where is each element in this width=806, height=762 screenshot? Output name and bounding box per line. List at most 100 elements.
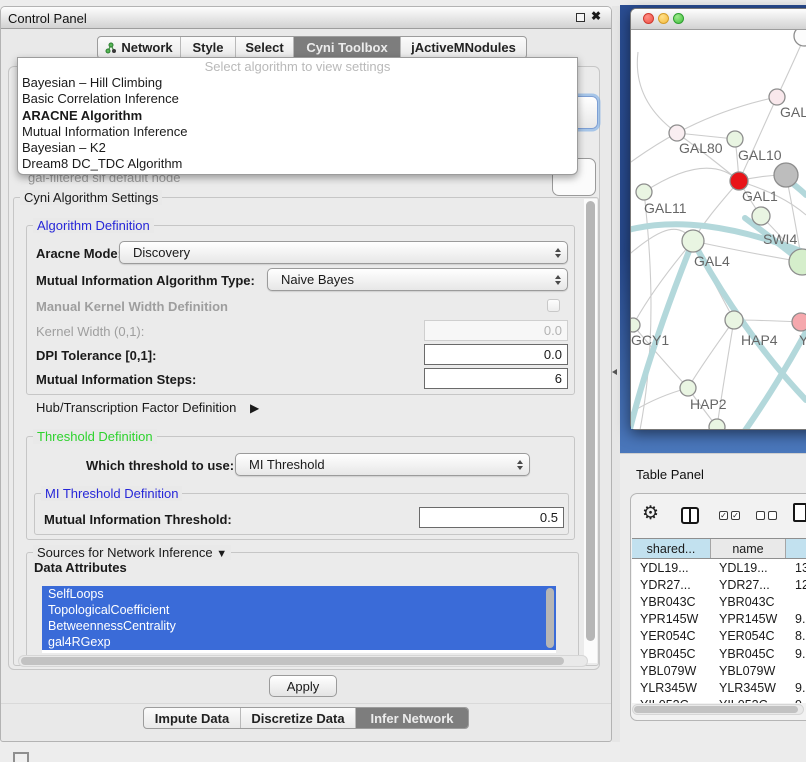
table-row[interactable]: YDL19... YDL19... 13 [632,559,806,576]
algorithm-option[interactable]: Bayesian – K2 [18,140,577,156]
splitter-collapse-icon[interactable] [612,369,617,375]
network-edge[interactable] [677,97,777,133]
select-all-columns-icon[interactable]: ✓✓ [719,511,740,520]
columns-icon[interactable] [681,507,699,524]
control-panel-title: Control Panel [8,11,87,26]
network-edge[interactable] [688,320,734,388]
tab-jactivemnodules[interactable]: jActiveMNodules [401,37,526,58]
tab-network[interactable]: Network [98,37,181,58]
table-hscrollbar-thumb[interactable] [634,706,798,713]
network-edge[interactable] [637,52,677,133]
network-edge[interactable] [644,168,739,192]
column-header-partial[interactable] [786,539,806,558]
tab-impute-data[interactable]: Impute Data [144,708,241,728]
column-header-name[interactable]: name [711,539,786,558]
network-node[interactable] [769,89,785,105]
network-node[interactable] [794,30,806,46]
algorithm-popup-list: Bayesian – Hill Climbing Basic Correlati… [18,75,577,173]
tab-discretize-data[interactable]: Discretize Data [241,708,356,728]
tab-style[interactable]: Style [181,37,236,58]
manual-kernel-width-checkbox[interactable] [547,299,560,312]
aracne-mode-label: Aracne Mode: [36,246,122,261]
network-canvas[interactable]: GALGAL80GAL10GAL1GAL11SWI4GAL4GCY1HAP4YH… [631,30,806,429]
minimize-button[interactable] [658,13,669,24]
network-edge[interactable] [677,133,735,139]
algorithm-option[interactable]: Basic Correlation Inference [18,91,577,107]
network-node-label: GAL1 [742,188,778,204]
dpi-tolerance-label: DPI Tolerance [0,1]: [36,348,156,363]
which-threshold-combo[interactable]: MI Threshold [235,453,530,476]
algorithm-dropdown-popup: Select algorithm to view settings Bayesi… [17,57,578,175]
mi-algorithm-type-combo[interactable]: Naive Bayes [267,268,568,291]
close-button[interactable] [643,13,654,24]
mi-steps-field[interactable]: 6 [424,368,568,389]
network-node[interactable] [725,311,743,329]
algorithm-option[interactable]: Bayesian – Hill Climbing [18,75,577,91]
expand-right-icon[interactable]: ▶ [250,401,259,415]
deselect-all-columns-icon[interactable] [756,511,777,520]
network-node[interactable] [792,313,806,331]
tab-cyni-toolbox[interactable]: Cyni Toolbox [294,37,401,58]
attributes-scrollbar-thumb[interactable] [546,588,554,648]
network-node[interactable] [709,419,725,429]
tab-infer-network[interactable]: Infer Network [356,708,468,728]
network-node-label: GAL10 [738,147,782,163]
apply-button[interactable]: Apply [269,675,337,697]
kernel-width-label: Kernel Width (0,1): [36,324,144,339]
network-node[interactable] [774,163,798,187]
aracne-mode-combo[interactable]: Discovery [119,241,568,264]
network-node[interactable] [752,207,770,225]
algorithm-option[interactable]: Dream8 DC_TDC Algorithm [18,156,577,172]
close-icon[interactable]: ✖ [591,9,601,23]
mi-threshold-field[interactable]: 0.5 [419,507,564,528]
data-attribute-option[interactable]: gal4RGexp [42,634,556,650]
data-attribute-option[interactable]: TopologicalCoefficient [42,602,556,618]
table-row[interactable]: YLR345W YLR345W 9. [632,679,806,696]
network-node[interactable] [682,230,704,252]
table-row[interactable]: YDR27... YDR27... 12 [632,576,806,593]
tab-select[interactable]: Select [236,37,294,58]
float-icon[interactable] [576,13,585,22]
mi-threshold-group-title: MI Threshold Definition [41,486,182,501]
network-node[interactable] [669,125,685,141]
settings-scrollbar-thumb[interactable] [586,201,595,641]
table-row[interactable]: YBR045C YBR045C 9. [632,645,806,662]
bottom-tabbar: Impute Data Discretize Data Infer Networ… [143,707,469,729]
table-row[interactable]: YIL052C YIL052C 9 [632,697,806,704]
sources-group-title[interactable]: Sources for Network Inference ▼ [33,545,231,560]
network-node[interactable] [727,131,743,147]
network-node[interactable] [680,380,696,396]
network-node-label: SWI4 [763,231,797,247]
screen: Control Panel ✖ Network Style Select Cyn… [0,0,806,762]
algorithm-option[interactable]: ARACNE Algorithm [18,108,577,124]
network-node[interactable] [631,318,640,332]
algorithm-option[interactable]: Mutual Information Inference [18,124,577,140]
table-row[interactable]: YBR043C YBR043C [632,593,806,610]
zoom-button[interactable] [673,13,684,24]
network-edge[interactable] [739,97,777,181]
hub-definition-label[interactable]: Hub/Transcription Factor Definition ▶ [36,400,259,415]
collapse-down-icon[interactable]: ▼ [216,548,227,560]
network-node-label: GAL [780,104,806,120]
data-attribute-option[interactable]: BetweennessCentrality [42,618,556,634]
data-attribute-option[interactable]: SelfLoops [42,586,556,602]
settings-hscrollbar-thumb[interactable] [21,657,564,665]
stepper-arrows-icon [517,460,523,470]
minimized-panel-icon[interactable] [13,752,29,762]
network-node-label: Y [799,332,806,348]
column-header-shared-name[interactable]: shared... [632,539,711,558]
network-edge[interactable] [777,38,804,97]
table-panel-title: Table Panel [636,467,704,482]
table-row[interactable]: YER054C YER054C 8. [632,628,806,645]
network-edge[interactable] [631,133,677,170]
mi-steps-label: Mutual Information Steps: [36,372,196,387]
table-row[interactable]: YPR145W YPR145W 9. [632,611,806,628]
table-row[interactable]: YBL079W YBL079W [632,662,806,679]
network-node[interactable] [636,184,652,200]
dpi-tolerance-field[interactable]: 0.0 [424,344,568,365]
manual-kernel-width-label: Manual Kernel Width Definition [36,299,228,314]
page-icon[interactable] [793,503,806,522]
kernel-width-field[interactable]: 0.0 [424,320,568,341]
which-threshold-label: Which threshold to use: [86,458,234,473]
gear-icon[interactable]: ⚙ [642,502,659,525]
